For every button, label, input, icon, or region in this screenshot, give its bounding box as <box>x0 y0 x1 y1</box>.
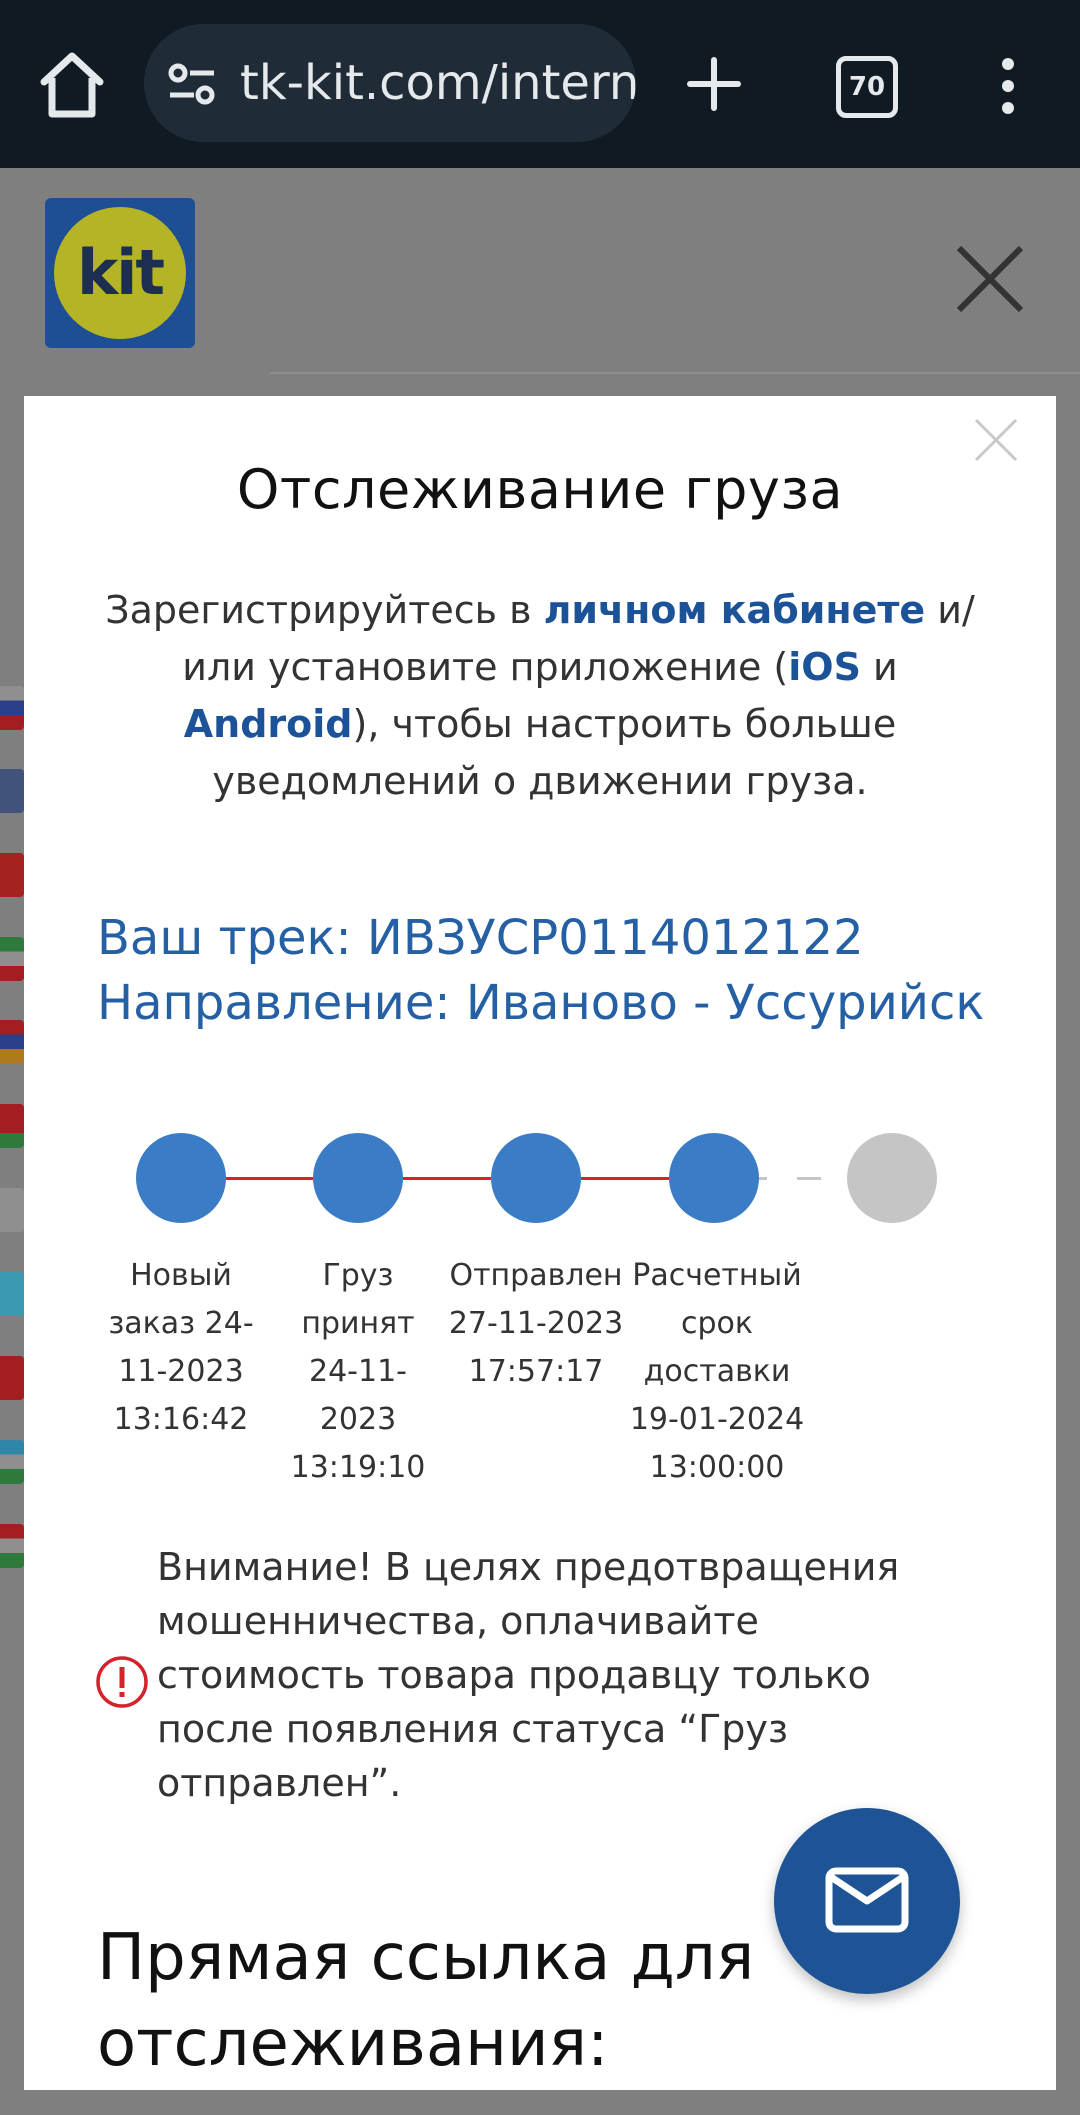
step-dot <box>491 1133 581 1223</box>
progress-line-4b <box>797 1177 821 1180</box>
intro-part: Зарегистрируйтесь в <box>105 588 544 632</box>
language-flag-cn[interactable] <box>0 853 24 897</box>
language-flag-uz[interactable] <box>0 1440 24 1484</box>
intro-text: Зарегистрируйтесь в личном кабинете и/ил… <box>94 582 986 810</box>
progress-line-2 <box>403 1177 491 1180</box>
personal-cabinet-link[interactable]: личном кабинете <box>544 588 926 632</box>
language-flag-by[interactable] <box>0 1104 24 1148</box>
track-number: Ваш трек: ИВЗУСР0114012122 <box>97 910 864 966</box>
step-label: Новый заказ 24-11-2023 13:16:42 <box>108 1258 254 1437</box>
step-dot <box>669 1133 759 1223</box>
step-label: Груз принят 24-11-2023 13:19:10 <box>290 1258 426 1485</box>
language-flag-kz[interactable] <box>0 1272 24 1316</box>
language-flag-tj[interactable] <box>0 1524 24 1568</box>
address-bar[interactable]: tk-kit.com/intern <box>144 24 636 142</box>
browser-toolbar: tk-kit.com/intern 70 <box>0 0 1080 168</box>
contact-button[interactable] <box>774 1808 960 1994</box>
language-flag-ru[interactable] <box>0 686 24 730</box>
ios-link[interactable]: iOS <box>788 645 861 689</box>
language-flag-ge[interactable] <box>0 1188 24 1232</box>
direction: Направление: Иваново - Уссурийск <box>97 975 985 1031</box>
more-menu-icon[interactable] <box>996 56 1020 116</box>
step-dot <box>847 1133 937 1223</box>
new-tab-icon[interactable] <box>686 56 742 112</box>
step-label: Расчетный срок доставки 19-01-2024 13:00… <box>629 1258 805 1485</box>
step-label: Отправлен 27-11-2023 17:57:17 <box>448 1258 624 1389</box>
warning-icon <box>96 1656 148 1708</box>
progress-line-3 <box>581 1177 669 1180</box>
language-flag-en[interactable] <box>0 769 24 813</box>
tab-switcher-button[interactable]: 70 <box>836 56 898 118</box>
mail-icon <box>825 1867 909 1933</box>
progress-line-4a <box>759 1177 767 1180</box>
site-logo[interactable]: kit <box>45 198 195 348</box>
close-icon[interactable] <box>974 418 1018 462</box>
android-link[interactable]: Android <box>184 702 353 746</box>
url-text: tk-kit.com/intern <box>240 55 636 111</box>
logo-text: kit <box>76 236 165 309</box>
intro-part: и <box>860 645 898 689</box>
language-flag-kg[interactable] <box>0 1356 24 1400</box>
step-dot <box>313 1133 403 1223</box>
track-info: Ваш трек: ИВЗУСР0114012122 Направление: … <box>97 906 997 1036</box>
home-icon[interactable] <box>38 48 106 120</box>
fraud-warning: Внимание! В целях предотвращения мошенни… <box>157 1545 900 1805</box>
progress-line-1 <box>226 1177 313 1180</box>
language-flag-ir[interactable] <box>0 937 24 981</box>
backdrop-divider <box>270 372 1080 374</box>
site-settings-icon[interactable] <box>168 62 216 106</box>
close-menu-icon[interactable] <box>955 244 1025 314</box>
step-dot <box>136 1133 226 1223</box>
modal-title: Отслеживание груза <box>236 458 844 521</box>
language-flag-am[interactable] <box>0 1020 24 1064</box>
